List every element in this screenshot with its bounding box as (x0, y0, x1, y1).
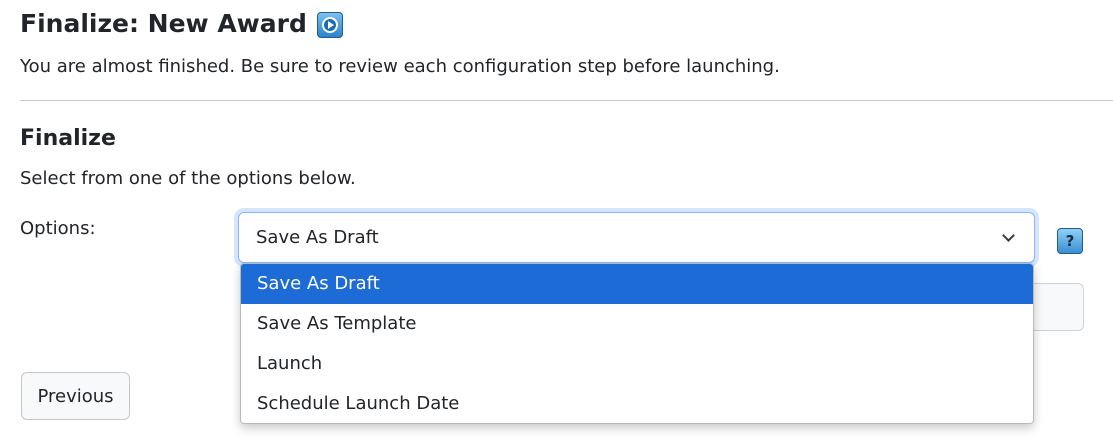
options-select[interactable]: Save As Draft (238, 212, 1035, 263)
section-divider (20, 100, 1113, 101)
chevron-down-icon (1002, 229, 1015, 242)
dropdown-option-schedule-launch-date[interactable]: Schedule Launch Date (241, 384, 1033, 423)
previous-button[interactable]: Previous (21, 372, 130, 420)
options-select-value: Save As Draft (256, 227, 379, 248)
options-dropdown-list: Save As Draft Save As Template Launch Sc… (240, 263, 1034, 424)
section-title: Finalize (20, 126, 116, 151)
dropdown-option-launch[interactable]: Launch (241, 344, 1033, 384)
help-icon-glyph: ? (1065, 232, 1075, 250)
help-icon[interactable]: ? (1057, 228, 1083, 254)
intro-text: You are almost finished. Be sure to revi… (20, 56, 780, 77)
dropdown-option-save-as-draft[interactable]: Save As Draft (241, 264, 1033, 304)
dropdown-option-save-as-template[interactable]: Save As Template (241, 304, 1033, 344)
section-description: Select from one of the options below. (20, 168, 356, 189)
video-play-icon-triangle (327, 21, 334, 29)
options-label: Options: (20, 218, 96, 239)
page-title-text: Finalize: New Award (20, 9, 307, 38)
page-title: Finalize: New Award (20, 6, 343, 42)
video-play-icon[interactable] (316, 12, 343, 38)
